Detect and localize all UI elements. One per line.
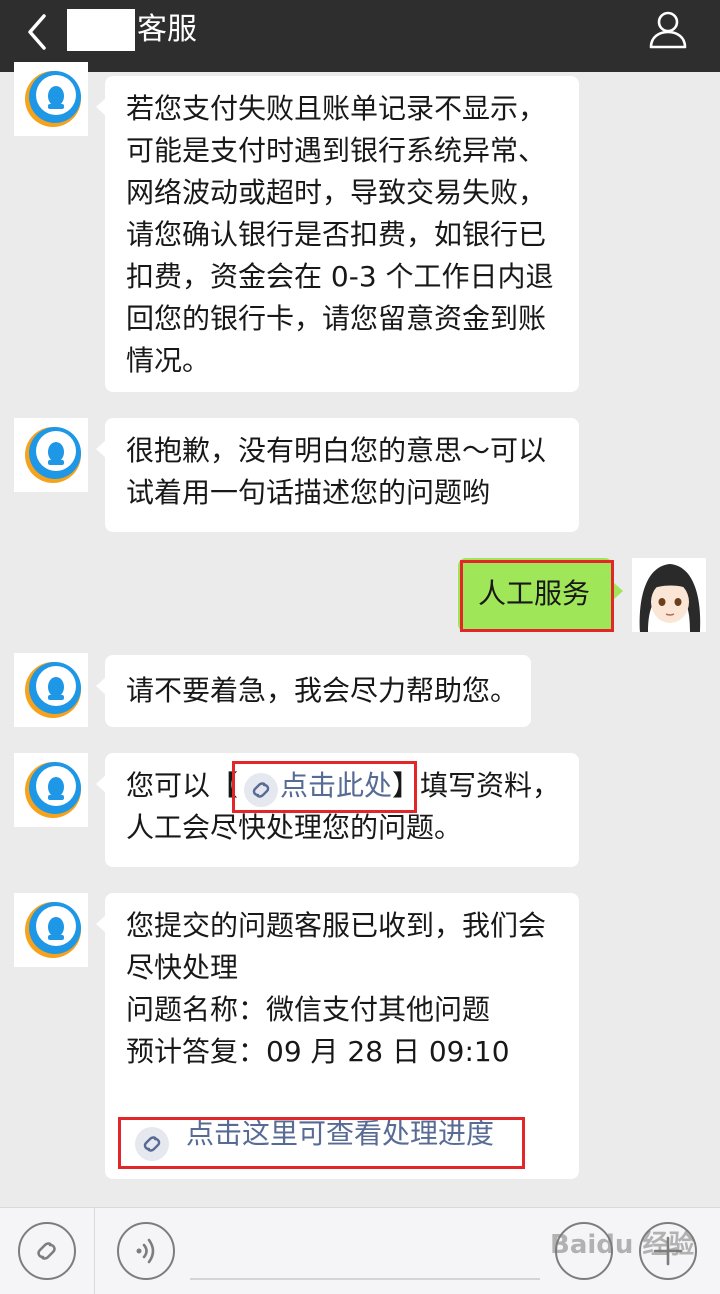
chevron-left-icon[interactable] bbox=[22, 12, 52, 52]
message-line: 您提交的问题客服已收到，我们会 bbox=[126, 909, 547, 942]
message-bubble: 很抱歉，没有明白您的意思～可以 试着用一句话描述您的问题哟 bbox=[96, 418, 579, 532]
title-bar: 客服 bbox=[0, 0, 720, 72]
page-title: 客服 bbox=[137, 12, 197, 47]
message-line: 情况。 bbox=[126, 344, 211, 377]
message-line: 若您支付失败且账单记录不显示， bbox=[126, 92, 547, 125]
highlight-box bbox=[460, 560, 614, 632]
highlight-box bbox=[118, 1117, 525, 1169]
message-line: 问题名称：微信支付其他问题 bbox=[126, 993, 491, 1026]
qq-logo-icon bbox=[25, 662, 81, 718]
qq-logo-icon bbox=[25, 71, 81, 127]
service-avatar[interactable] bbox=[14, 418, 88, 492]
anime-avatar-icon bbox=[632, 558, 706, 632]
person-icon[interactable] bbox=[648, 11, 688, 49]
qq-logo-icon bbox=[25, 427, 81, 483]
highlight-box bbox=[232, 761, 417, 813]
message-line: 试着用一句话描述您的问题哟 bbox=[126, 476, 491, 509]
watermark: Baidu 经验 bbox=[550, 1230, 695, 1260]
message-line: 扣费，资金会在 0-3 个工作日内退 bbox=[126, 260, 554, 293]
redacted-name bbox=[67, 9, 135, 51]
divider bbox=[94, 1208, 95, 1294]
message-input[interactable] bbox=[190, 1278, 540, 1280]
message-line: 可能是支付时遇到银行系统异常、 bbox=[126, 134, 547, 167]
miniprogram-link-icon[interactable] bbox=[18, 1222, 76, 1280]
message-line: 尽快处理 bbox=[126, 951, 239, 984]
qq-logo-icon bbox=[25, 902, 81, 958]
message-line: 网络波动或超时，导致交易失败， bbox=[126, 176, 547, 209]
message-line: 很抱歉，没有明白您的意思～可以 bbox=[126, 434, 547, 467]
service-avatar[interactable] bbox=[14, 653, 88, 727]
message-line: 请不要着急，我会尽力帮助您。 bbox=[126, 674, 519, 707]
voice-icon[interactable] bbox=[117, 1222, 175, 1280]
message-line: 请您确认银行是否扣费，如银行已 bbox=[126, 218, 547, 251]
message-line: 人工会尽快处理您的问题。 bbox=[126, 811, 463, 844]
user-avatar[interactable] bbox=[632, 558, 706, 632]
qq-logo-icon bbox=[25, 762, 81, 818]
message-line: 回您的银行卡，请您留意资金到账 bbox=[126, 302, 547, 335]
service-avatar[interactable] bbox=[14, 893, 88, 967]
message-bubble: 若您支付失败且账单记录不显示， 可能是支付时遇到银行系统异常、 网络波动或超时，… bbox=[96, 76, 579, 392]
service-avatar[interactable] bbox=[14, 62, 88, 136]
message-line: 预计答复：09 月 28 日 09:10 bbox=[126, 1035, 510, 1068]
message-bubble: 请不要着急，我会尽力帮助您。 bbox=[96, 655, 531, 727]
service-avatar[interactable] bbox=[14, 753, 88, 827]
input-toolbar: Baidu 经验 bbox=[0, 1207, 720, 1294]
